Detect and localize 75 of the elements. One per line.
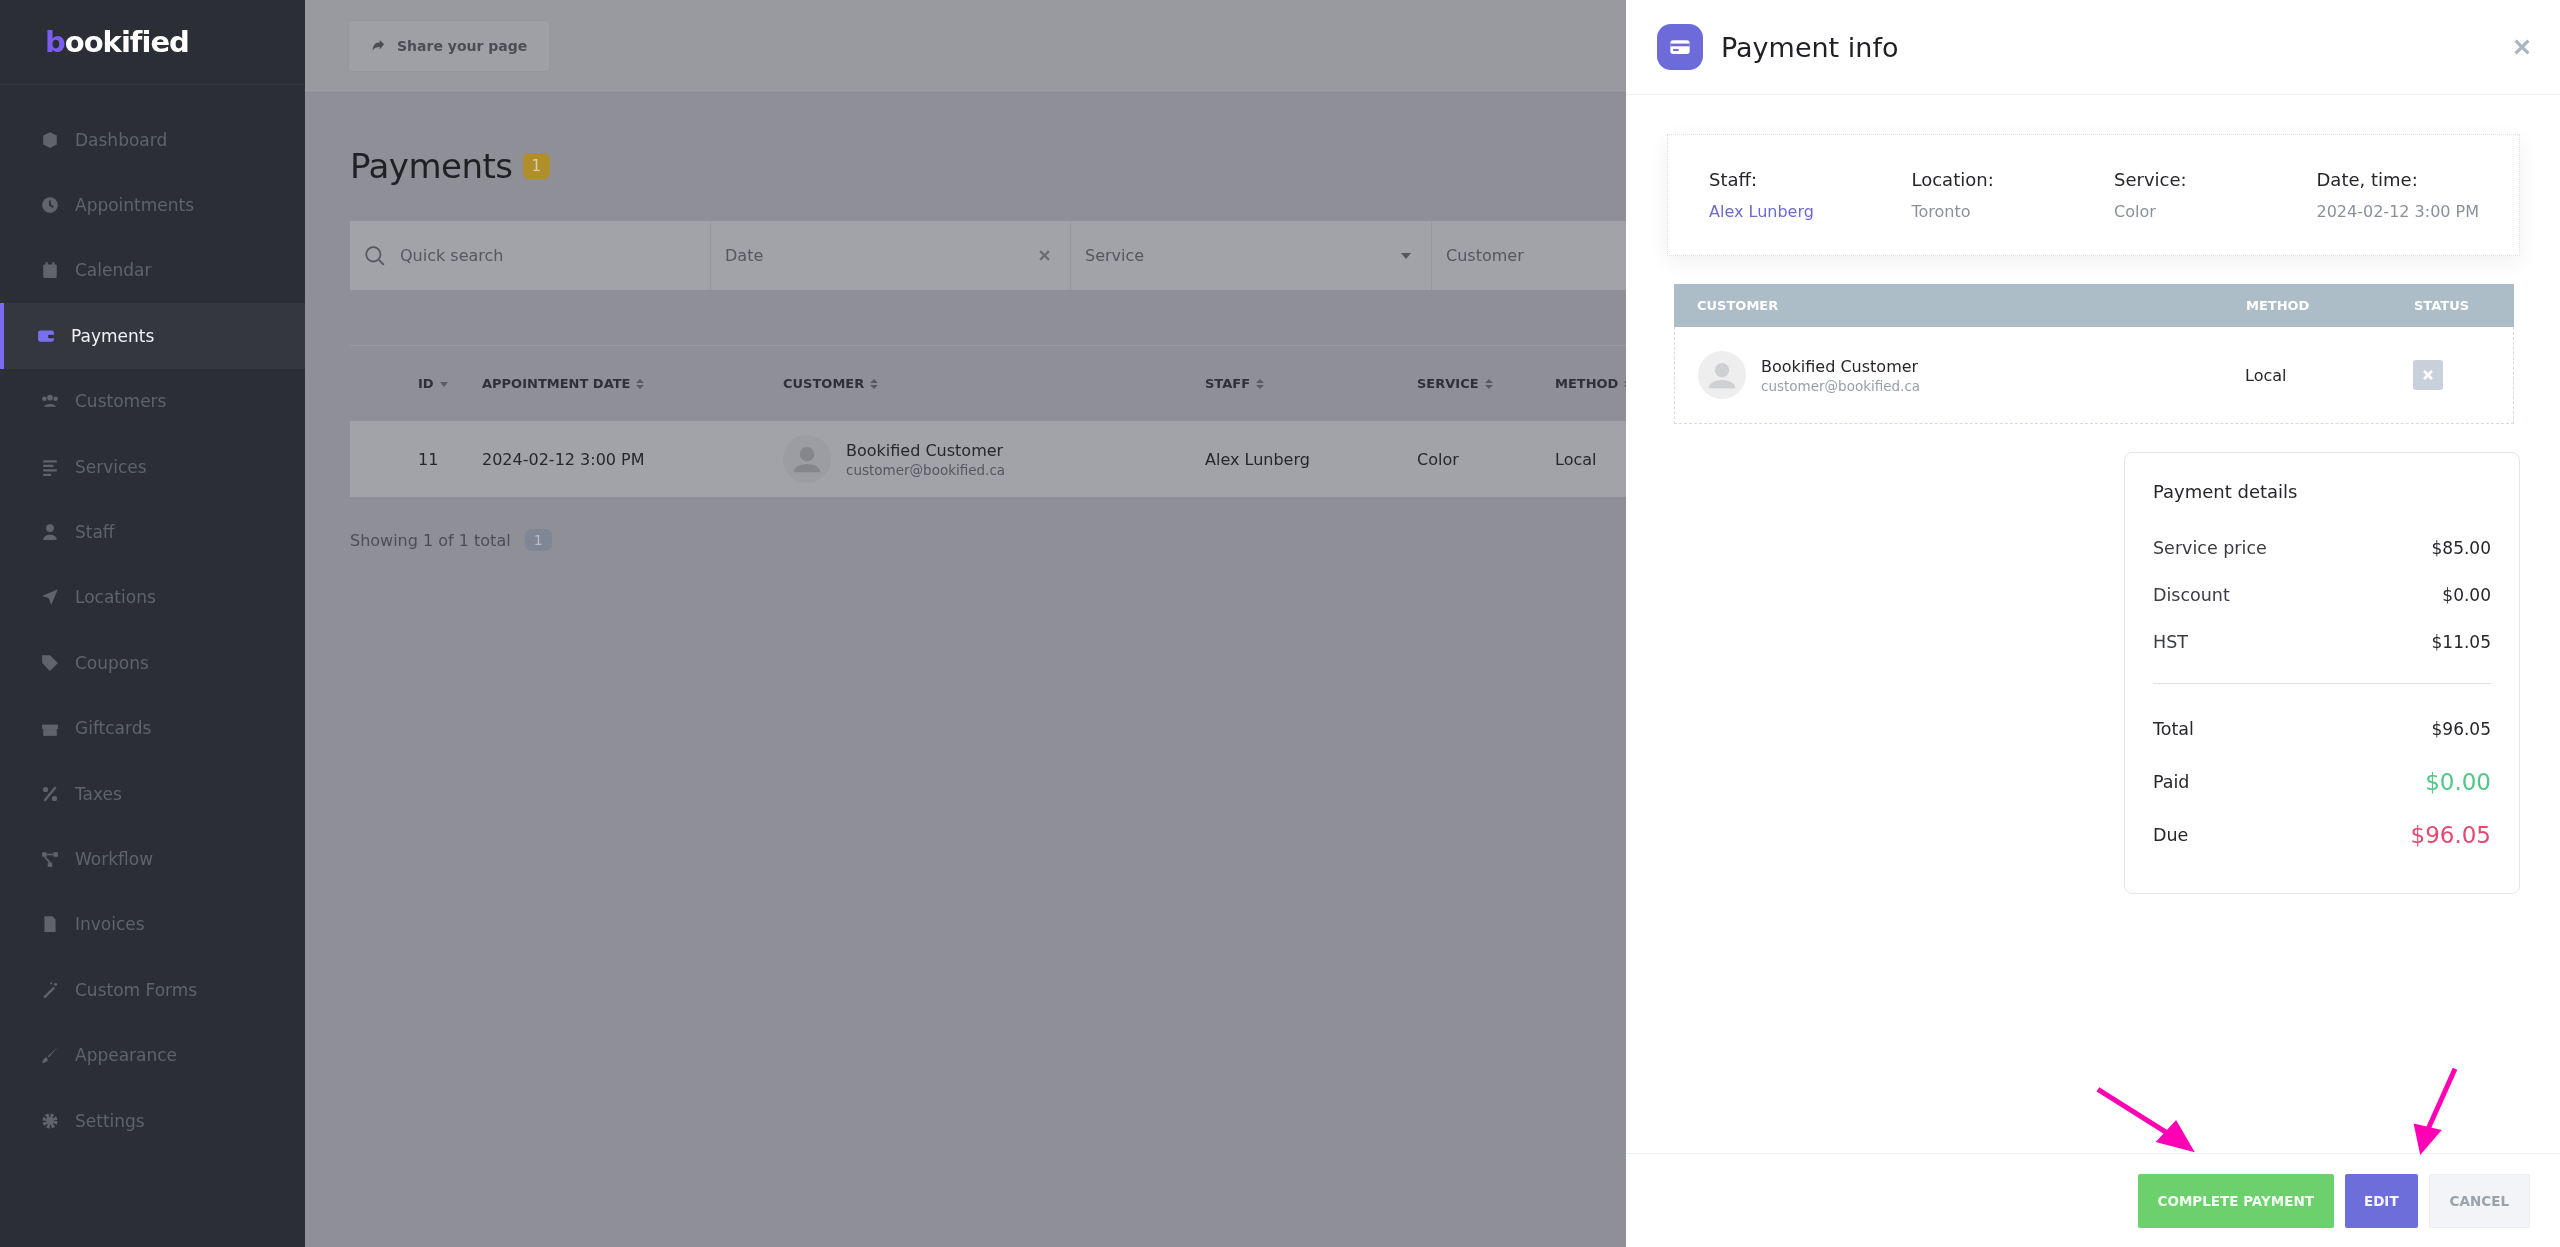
detail-value: $11.05: [2431, 631, 2491, 652]
clock-icon: [41, 196, 59, 215]
column-header[interactable]: APPOINTMENT DATE: [482, 376, 783, 391]
clear-icon[interactable]: [1039, 250, 1050, 261]
avatar-icon: [783, 435, 831, 483]
filter-field[interactable]: Date: [711, 221, 1071, 290]
person-icon: [41, 523, 59, 542]
document-icon: [41, 915, 59, 934]
detail-value: $0.00: [2425, 768, 2491, 795]
column-header[interactable]: SERVICE: [1417, 376, 1555, 391]
search-icon: [364, 244, 386, 267]
info-value: 2024-02-12 3:00 PM: [2316, 202, 2481, 221]
page-button[interactable]: 1: [524, 529, 552, 551]
flow-icon: [41, 850, 59, 868]
search-field[interactable]: Quick search: [350, 221, 711, 290]
customer-email: customer@bookified.ca: [846, 461, 1006, 478]
detail-label: Due: [2153, 824, 2189, 845]
customer-name: Bookified Customer: [846, 440, 1005, 460]
edit-button[interactable]: EDIT: [2344, 1174, 2418, 1228]
brush-icon: [41, 1046, 59, 1065]
detail-label: Total: [2153, 718, 2194, 739]
table-cell-text: 11: [418, 449, 440, 469]
customer-name: Bookified Customer: [1761, 356, 1920, 376]
calendar-icon: [41, 261, 59, 280]
tag-icon: [41, 653, 59, 672]
gear-icon: [41, 1111, 59, 1130]
column-header: CUSTOMER: [1697, 298, 1780, 313]
cancel-button[interactable]: CANCEL: [2428, 1174, 2530, 1228]
avatar-icon: [1698, 351, 1746, 399]
table-row[interactable]: 11 2024-02-12 3:00 PM Bookified Customer customer@bookified.ca Alex Lunberg Color Local: [350, 421, 1626, 497]
logo: bookified: [45, 25, 189, 59]
detail-value: $85.00: [2431, 537, 2491, 558]
table-cell-text: Alex Lunberg: [1205, 449, 1311, 469]
page-title: Payments: [350, 146, 513, 186]
detail-label: Service price: [2153, 537, 2267, 558]
detail-label: Paid: [2153, 771, 2190, 792]
caret-icon: [1401, 252, 1411, 259]
info-label: Location:: [1911, 169, 1995, 190]
info-value: Color: [2114, 202, 2157, 221]
card-title: Payment details: [2153, 481, 2299, 502]
column-header[interactable]: STAFF: [1205, 376, 1417, 391]
credit-card-icon: [1657, 24, 1703, 70]
table-cell-text: Color: [1417, 449, 1460, 469]
list-icon: [41, 457, 59, 476]
share-button[interactable]: Share your page: [348, 20, 551, 72]
percent-icon: [41, 784, 59, 803]
magic-wand-icon: [41, 980, 59, 999]
detail-label: Discount: [2153, 584, 2230, 605]
detail-value: $0.00: [2442, 584, 2491, 605]
detail-value: $96.05: [2431, 718, 2491, 739]
info-value: Toronto: [1911, 202, 1972, 221]
table-cell-text: 2024-02-12 3:00 PM: [482, 449, 646, 469]
table-cell-text: Local: [1555, 449, 1598, 469]
column-header[interactable]: CUSTOMER: [783, 376, 1205, 391]
column-header[interactable]: ID: [418, 376, 482, 391]
info-label: Date, time:: [2316, 169, 2419, 190]
dropdown-field[interactable]: Service: [1071, 221, 1432, 290]
location-arrow-icon: [41, 588, 59, 607]
complete-payment-button[interactable]: COMPLETE PAYMENT: [2137, 1174, 2334, 1228]
panel-title: Payment info: [1721, 31, 1900, 63]
cube-icon: [41, 130, 59, 149]
count-badge: 1: [522, 153, 551, 179]
detail-value: $96.05: [2410, 821, 2491, 848]
info-label: Service:: [2114, 169, 2188, 190]
detail-label: HST: [2153, 631, 2188, 652]
column-header: STATUS: [2414, 298, 2471, 313]
staff-link[interactable]: Alex Lunberg: [1709, 202, 1912, 221]
customer-email: customer@bookified.ca: [1761, 377, 1921, 394]
close-icon[interactable]: [2514, 39, 2530, 55]
info-label: Staff:: [1709, 169, 1758, 190]
results-count: Showing 1 of 1 total: [350, 530, 511, 550]
column-header[interactable]: METHOD: [1555, 376, 1626, 391]
column-header: METHOD: [2246, 298, 2311, 313]
table-cell-text: Local: [2245, 365, 2288, 385]
sidebar-item[interactable]: Payments: [0, 303, 305, 369]
